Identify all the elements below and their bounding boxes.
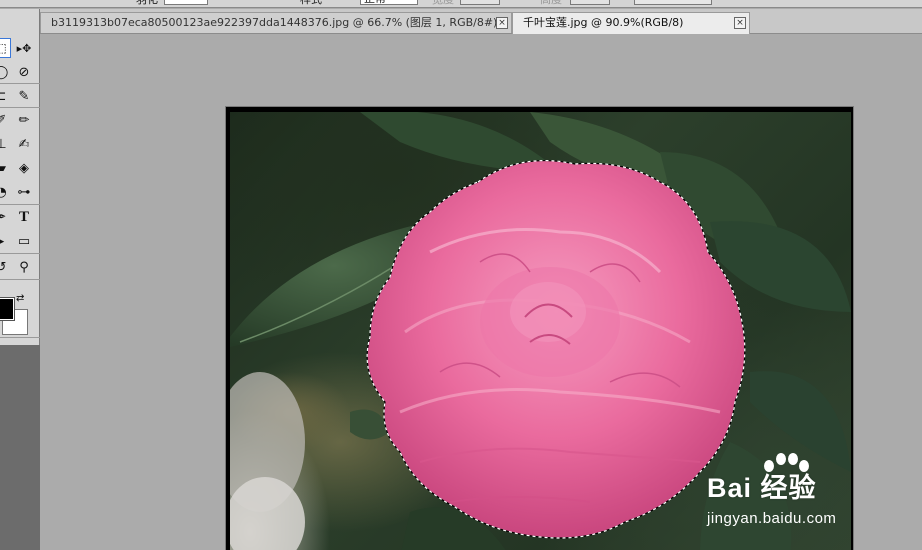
document-tab-2[interactable]: 千叶宝莲.jpg @ 90.9%(RGB/8) ×	[512, 12, 750, 34]
style-select[interactable]: 正常	[360, 0, 418, 5]
move-tool[interactable]: ▸✥	[14, 38, 34, 58]
options-bar: 羽化 样式 正常 宽度 高度	[0, 0, 922, 8]
feather-input[interactable]	[164, 0, 208, 5]
feather-label: 羽化	[136, 0, 158, 6]
height-label: 高度	[540, 0, 562, 6]
dodge-icon: ⊶	[17, 184, 31, 200]
path-selection-icon: ▸	[0, 233, 5, 249]
type-tool[interactable]: T	[14, 207, 34, 227]
swap-colors-icon[interactable]: ⇄	[16, 293, 24, 304]
history-brush-icon: ✍	[18, 136, 30, 152]
marquee-icon: ⬚	[0, 41, 7, 55]
quick-selection-tool[interactable]: ⊘	[14, 62, 34, 82]
zoom-icon: ⚲	[19, 259, 29, 275]
crop-icon: ⊏	[0, 88, 7, 104]
document-tab-2-label: 千叶宝莲.jpg @ 90.9%(RGB/8)	[523, 16, 684, 29]
lasso-tool[interactable]: ◯	[0, 62, 11, 82]
watermark-logo-text: Bai 经验	[707, 473, 817, 503]
watermark-url: jingyan.baidu.com	[707, 510, 837, 527]
document-tab-strip: b3119313b07eca80500123ae922397dda1448376…	[40, 9, 922, 34]
move-icon: ▸✥	[16, 41, 32, 55]
rectangle-icon: ▭	[17, 233, 31, 249]
type-icon: T	[18, 208, 29, 225]
marquee-tool[interactable]: ⬚	[0, 38, 11, 58]
lasso-icon: ◯	[0, 64, 9, 80]
healing-brush-tool[interactable]: ✐	[0, 110, 11, 130]
toolbox-lower-panel	[0, 345, 40, 550]
pen-icon: ✒	[0, 209, 7, 225]
brush-tool[interactable]: ✏	[14, 110, 34, 130]
height-input[interactable]	[570, 0, 610, 5]
history-brush-tool[interactable]: ✍	[14, 134, 34, 154]
pen-tool[interactable]: ✒	[0, 207, 11, 227]
paint-bucket-icon: ◈	[19, 160, 29, 176]
eraser-icon: ▰	[0, 160, 6, 176]
crop-tool[interactable]: ⊏	[0, 86, 11, 106]
document-tab-1-label: b3119313b07eca80500123ae922397dda1448376…	[51, 16, 507, 29]
brush-icon: ✏	[18, 112, 30, 128]
path-selection-tool[interactable]: ▸	[0, 231, 11, 251]
stamp-icon: ⊥	[0, 136, 7, 152]
dodge-tool[interactable]: ⊶	[14, 182, 34, 202]
paint-bucket-tool[interactable]: ◈	[14, 158, 34, 178]
foreground-color-swatch[interactable]	[0, 297, 15, 321]
blur-icon: ◔	[0, 184, 7, 200]
baidu-jingyan-watermark: Bai 经验 jingyan.baidu.com	[707, 452, 877, 532]
refine-edge-button[interactable]	[634, 0, 712, 5]
width-label: 宽度	[432, 0, 454, 6]
eraser-tool[interactable]: ▰	[0, 158, 11, 178]
close-icon[interactable]: ×	[496, 17, 508, 29]
photoshop-window: 羽化 样式 正常 宽度 高度 ⬚ ▸✥ ◯ ⊘ ⊏ ✎ ✐ ✏ ⊥ ✍ ▰ ◈ …	[0, 0, 922, 550]
stamp-tool[interactable]: ⊥	[0, 134, 11, 154]
document-tab-1[interactable]: b3119313b07eca80500123ae922397dda1448376…	[40, 12, 512, 33]
rotate-view-icon: ↺	[0, 259, 7, 275]
width-input[interactable]	[460, 0, 500, 5]
close-icon[interactable]: ×	[734, 17, 746, 29]
rotate-view-tool[interactable]: ↺	[0, 257, 11, 277]
style-label: 样式	[300, 0, 322, 6]
eyedropper-icon: ✎	[18, 88, 30, 104]
bandage-icon: ✐	[0, 112, 7, 128]
eyedropper-tool[interactable]: ✎	[14, 86, 34, 106]
quick-selection-icon: ⊘	[18, 64, 30, 80]
blur-tool[interactable]: ◔	[0, 182, 11, 202]
zoom-tool[interactable]: ⚲	[14, 257, 34, 277]
rectangle-tool[interactable]: ▭	[14, 231, 34, 251]
